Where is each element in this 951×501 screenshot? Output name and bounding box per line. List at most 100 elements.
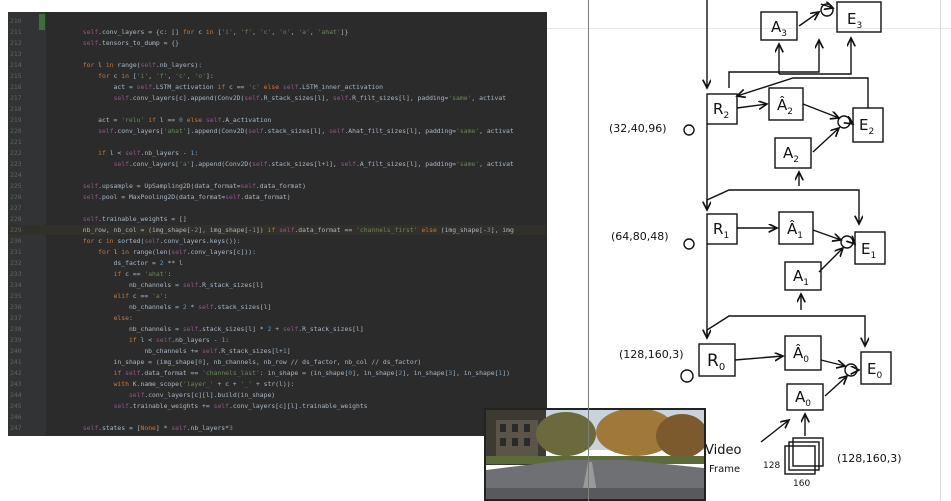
code-text[interactable]: self.conv_layers['a'].append(Conv2D(self…: [52, 159, 514, 169]
code-line[interactable]: 239 if l < self.nb_layers - 1:: [8, 335, 547, 345]
a3-label: A3: [771, 18, 787, 39]
code-text[interactable]: self.conv_layers[c][l].build(in_shape): [52, 390, 275, 400]
code-text[interactable]: nb_row, nb_col = (img_shape[-2], img_sha…: [52, 225, 514, 235]
code-text[interactable]: for c in ['i', 'f', 'c', 'o']:: [52, 71, 214, 81]
code-line[interactable]: 217 self.conv_layers[c].append(Conv2D(se…: [8, 93, 547, 103]
code-line[interactable]: 230 for c in sorted(self.conv_layers.key…: [8, 236, 547, 246]
code-editor[interactable]: 210 211 self.conv_layers = {c: [] for c i…: [8, 12, 547, 436]
code-line[interactable]: 215 for c in ['i', 'f', 'c', 'o']:: [8, 71, 547, 81]
code-text[interactable]: elif c == 'a':: [52, 291, 168, 301]
shape-label-r1: (64,80,48): [611, 230, 669, 243]
code-text[interactable]: self.conv_layers[c].append(Conv2D(self.R…: [52, 93, 507, 103]
code-line[interactable]: 247 self.states = [None] * self.nb_layer…: [8, 423, 547, 433]
code-text[interactable]: if l < self.nb_layers - 1:: [52, 148, 198, 158]
frame-height-label: 128: [763, 461, 780, 471]
a2-label: A2: [783, 144, 799, 165]
code-line[interactable]: 241 in_shape = (img_shape[0], nb_channel…: [8, 357, 547, 367]
code-text[interactable]: for l in range(len(self.conv_layers[c]))…: [52, 247, 256, 257]
code-line[interactable]: 246: [8, 412, 547, 422]
line-number: 225: [10, 182, 22, 190]
code-text[interactable]: self.trainable_weights += self.conv_laye…: [52, 401, 368, 411]
code-line[interactable]: 231 for l in range(len(self.conv_layers[…: [8, 247, 547, 257]
code-line[interactable]: 228 self.trainable_weights = []: [8, 214, 547, 224]
line-number: 212: [10, 39, 22, 47]
r0-label: R0: [707, 351, 725, 373]
code-line[interactable]: 234 nb_channels = self.R_stack_sizes[l]: [8, 280, 547, 290]
line-number: 219: [10, 116, 22, 124]
code-line[interactable]: 245 self.trainable_weights += self.conv_…: [8, 401, 547, 411]
code-line[interactable]: 244 self.conv_layers[c][l].build(in_shap…: [8, 390, 547, 400]
code-text[interactable]: in_shape = (img_shape[0], nb_channels, n…: [52, 357, 422, 367]
code-text[interactable]: else:: [52, 313, 133, 323]
line-number: 213: [10, 50, 22, 58]
line-number: 246: [10, 413, 22, 421]
code-line[interactable]: 235 elif c == 'a':: [8, 291, 547, 301]
code-text[interactable]: self.upsample = UpSampling2D(data_format…: [52, 181, 306, 191]
line-number: 233: [10, 270, 22, 278]
code-text[interactable]: if l < self.nb_layers - 1:: [52, 335, 229, 345]
frame-width-label: 160: [793, 479, 810, 489]
code-text[interactable]: self.trainable_weights = []: [52, 214, 187, 224]
code-text[interactable]: with K.name_scope('layer_' + c + '_' + s…: [52, 379, 295, 389]
r1-label: R1: [713, 220, 729, 241]
e2-subtract-node: [837, 115, 851, 129]
code-line[interactable]: 214 for l in range(self.nb_layers):: [8, 60, 547, 70]
frame-label: Frame: [709, 464, 740, 475]
code-line[interactable]: 210: [8, 16, 547, 26]
line-number: 231: [10, 248, 22, 256]
code-line[interactable]: 225 self.upsample = UpSampling2D(data_fo…: [8, 181, 547, 191]
code-text[interactable]: act = self.LSTM_activation if c == 'c' e…: [52, 82, 383, 92]
ahat1-label: Â1: [787, 219, 803, 241]
code-text[interactable]: for c in sorted(self.conv_layers.keys())…: [52, 236, 241, 246]
line-number: 218: [10, 105, 22, 113]
code-text[interactable]: self.conv_layers = {c: [] for c in ['i',…: [52, 27, 349, 37]
code-line[interactable]: 216 act = self.LSTM_activation if c == '…: [8, 82, 547, 92]
video-label: Video: [705, 443, 741, 458]
code-line[interactable]: 240 nb_channels += self.R_stack_sizes[l+…: [8, 346, 547, 356]
line-number: 243: [10, 380, 22, 388]
code-line[interactable]: 219 act = 'relu' if l == 0 else self.A_a…: [8, 115, 547, 125]
code-line[interactable]: 233 if c == 'ahat':: [8, 269, 547, 279]
code-line[interactable]: 242 if self.data_format == 'channels_las…: [8, 368, 547, 378]
ahat2-label: Â2: [777, 95, 793, 117]
code-line[interactable]: 224: [8, 170, 547, 180]
shape-label-r2: (32,40,96): [609, 122, 667, 135]
code-text[interactable]: ds_factor = 2 ** l: [52, 258, 183, 268]
shape-label-r0: (128,160,3): [619, 348, 684, 361]
code-line[interactable]: 238 nb_channels = self.stack_sizes[l] * …: [8, 324, 547, 334]
code-line[interactable]: 243 with K.name_scope('layer_' + c + '_'…: [8, 379, 547, 389]
line-number: 237: [10, 314, 22, 322]
code-line[interactable]: 222 if l < self.nb_layers - 1:: [8, 148, 547, 158]
a0-label: A0: [795, 388, 811, 409]
shape-label-frame: (128,160,3): [837, 452, 902, 465]
code-text[interactable]: if c == 'ahat':: [52, 269, 172, 279]
code-line[interactable]: 227: [8, 203, 547, 213]
code-line[interactable]: 221: [8, 137, 547, 147]
line-number: 227: [10, 204, 22, 212]
code-text[interactable]: nb_channels = 2 * self.stack_sizes[l]: [52, 302, 271, 312]
code-line[interactable]: 220 self.conv_layers['ahat'].append(Conv…: [8, 126, 547, 136]
code-line[interactable]: 211 self.conv_layers = {c: [] for c in […: [8, 27, 547, 37]
code-text[interactable]: self.states = [None] * self.nb_layers*3: [52, 423, 233, 433]
code-line[interactable]: 213: [8, 49, 547, 59]
code-text[interactable]: for l in range(self.nb_layers):: [52, 60, 202, 70]
code-text[interactable]: self.tensors_to_dump = {}: [52, 38, 179, 48]
code-line[interactable]: 218: [8, 104, 547, 114]
code-line[interactable]: 226 self.pool = MaxPooling2D(data_format…: [8, 192, 547, 202]
code-line[interactable]: 237 else:: [8, 313, 547, 323]
code-text[interactable]: self.pool = MaxPooling2D(data_format=sel…: [52, 192, 291, 202]
code-text[interactable]: if self.data_format == 'channels_last': …: [52, 368, 510, 378]
code-line[interactable]: 229 nb_row, nb_col = (img_shape[-2], img…: [8, 225, 547, 236]
code-text[interactable]: self.conv_layers['ahat'].append(Conv2D(s…: [52, 126, 514, 136]
code-text[interactable]: nb_channels = self.stack_sizes[l] * 2 + …: [52, 324, 364, 334]
code-text[interactable]: nb_channels = self.R_stack_sizes[l]: [52, 280, 264, 290]
code-line[interactable]: 212 self.tensors_to_dump = {}: [8, 38, 547, 48]
code-text[interactable]: act = 'relu' if l == 0 else self.A_activ…: [52, 115, 271, 125]
line-number: 236: [10, 303, 22, 311]
code-text[interactable]: nb_channels += self.R_stack_sizes[l+1]: [52, 346, 290, 356]
code-line[interactable]: 223 self.conv_layers['a'].append(Conv2D(…: [8, 159, 547, 169]
line-number: 240: [10, 347, 22, 355]
code-line[interactable]: 232 ds_factor = 2 ** l: [8, 258, 547, 268]
line-number: 228: [10, 215, 22, 223]
code-line[interactable]: 236 nb_channels = 2 * self.stack_sizes[l…: [8, 302, 547, 312]
